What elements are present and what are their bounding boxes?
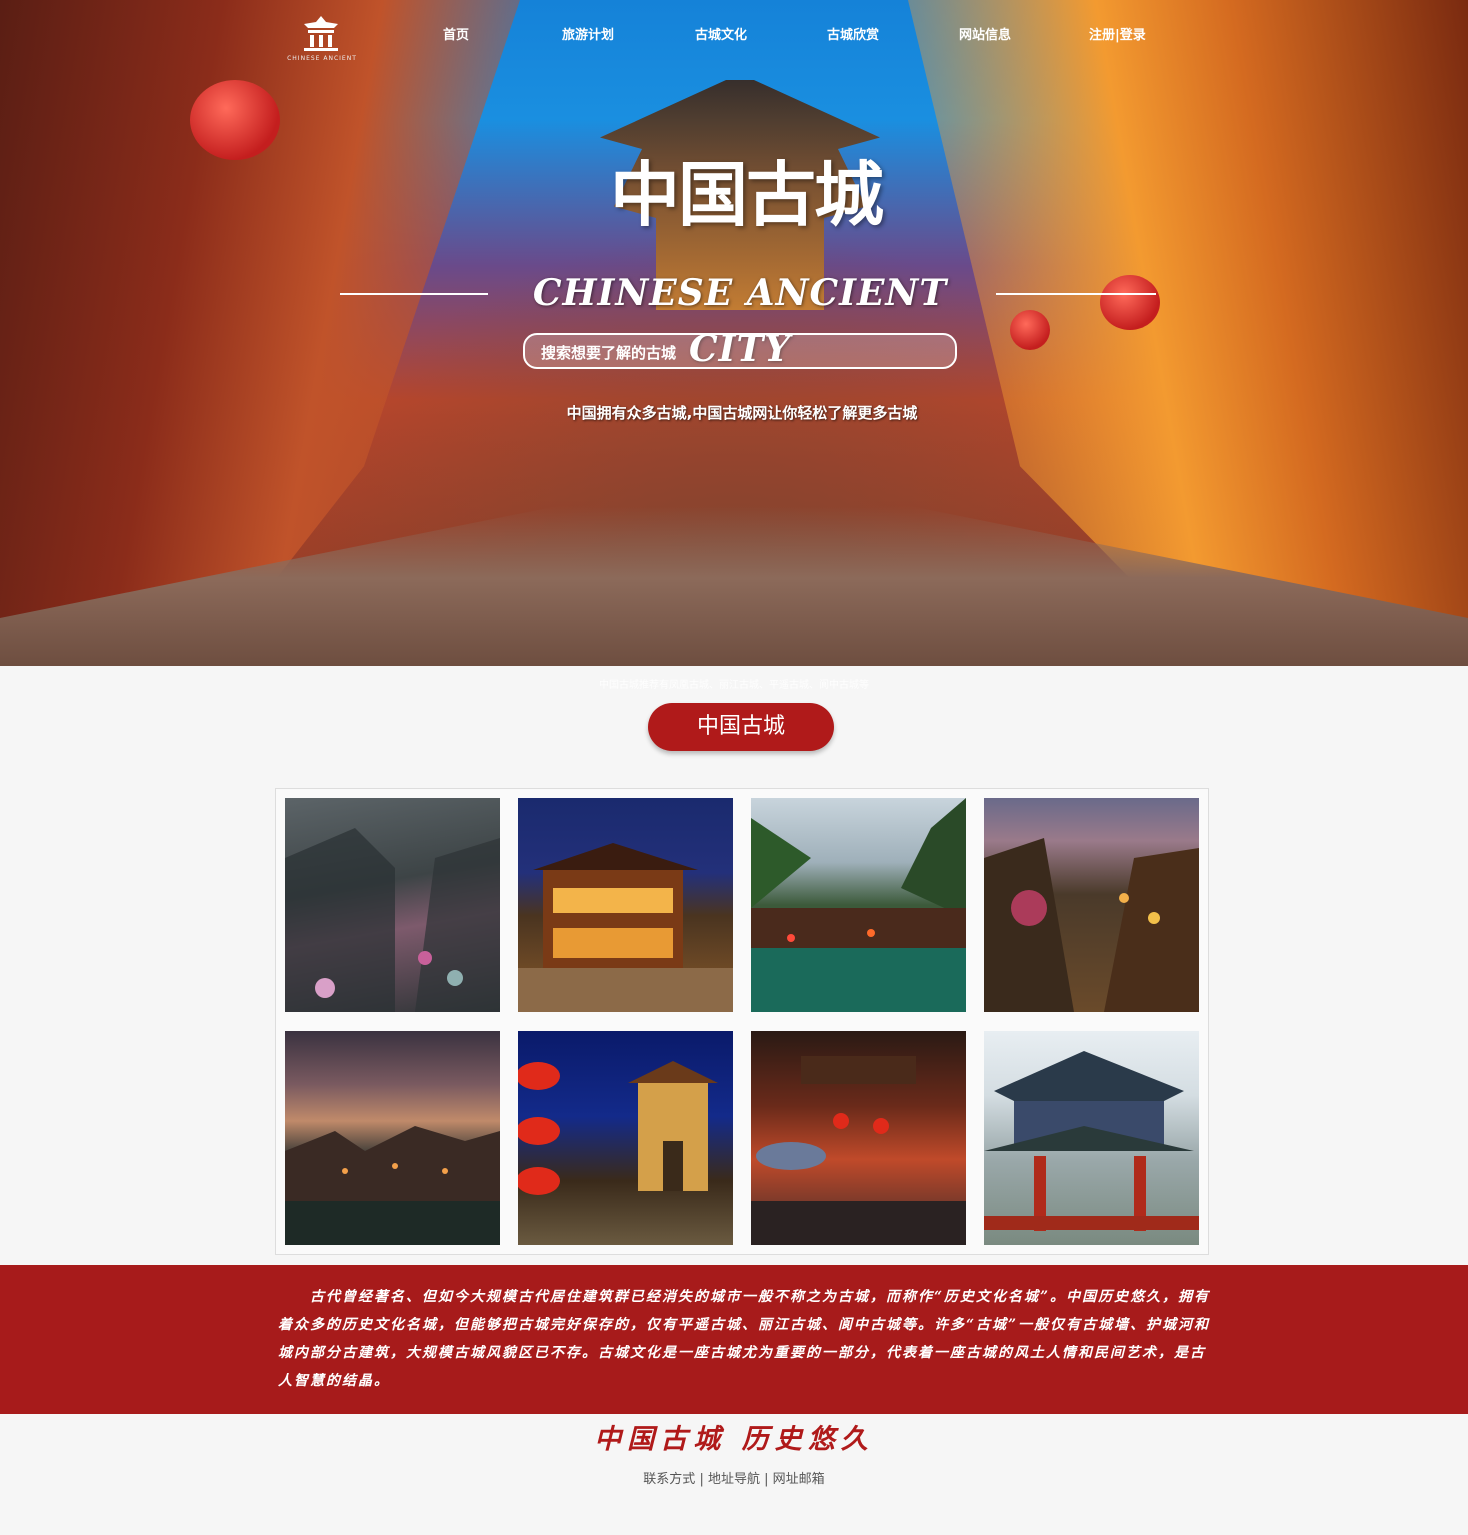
hero-title: 中国古城 [610, 153, 884, 236]
search-input[interactable] [539, 341, 943, 365]
hero-tagline: 中国拥有众多古城,中国古城网让你轻松了解更多古城 [566, 404, 918, 422]
gallery-image[interactable] [285, 1031, 500, 1245]
footer-separator: | [764, 1472, 769, 1487]
gallery-image[interactable] [751, 1031, 966, 1245]
lantern-icon [1010, 310, 1050, 350]
logo-subtext: CHINESE ANCIENT [287, 55, 357, 62]
gallery-image[interactable] [984, 1031, 1199, 1245]
gallery-image[interactable] [984, 798, 1199, 1012]
footer-link-address[interactable]: 地址导航 [708, 1472, 760, 1487]
footer-separator: | [699, 1472, 704, 1487]
hero-banner: CHINESE ANCIENT 首页 旅游计划 古城文化 古城欣赏 网站信息 注… [0, 0, 1468, 666]
nav-register-login[interactable]: 注册|登录 [1089, 24, 1146, 43]
hero-caption: 中国古城推荐有凤凰古城、丽江古城、平遥古城、阆中古城等 [599, 680, 869, 691]
gallery-image[interactable] [518, 798, 733, 1012]
main-nav: 首页 旅游计划 古城文化 古城欣赏 网站信息 注册|登录 [0, 24, 1468, 44]
lantern-icon [1100, 275, 1160, 330]
nav-site-info[interactable]: 网站信息 [959, 24, 1011, 43]
nav-travel-plan[interactable]: 旅游计划 [562, 24, 614, 43]
divider-line-left [340, 293, 488, 295]
nav-culture[interactable]: 古城文化 [695, 24, 747, 43]
divider-line-right [996, 293, 1156, 295]
lantern-icon [190, 80, 280, 160]
footer-link-contact[interactable]: 联系方式 [643, 1472, 695, 1487]
section-title-pill[interactable]: 中国古城 [648, 703, 834, 751]
intro-text: 古代曾经著名、但如今大规模古代居住建筑群已经消失的城市一般不称之为古城，而称作“… [278, 1289, 1211, 1389]
nav-appreciation[interactable]: 古城欣赏 [827, 24, 879, 43]
gallery-image[interactable] [751, 798, 966, 1012]
footer-title: 中国古城 历史悠久 [594, 1424, 874, 1455]
gallery-grid [275, 788, 1209, 1255]
footer-link-email[interactable]: 网址邮箱 [773, 1472, 825, 1487]
search-box[interactable] [523, 333, 957, 369]
gallery-image[interactable] [285, 798, 500, 1012]
nav-home[interactable]: 首页 [443, 24, 469, 43]
intro-banner: 古代曾经著名、但如今大规模古代居住建筑群已经消失的城市一般不称之为古城，而称作“… [0, 1265, 1468, 1414]
gallery-image[interactable] [518, 1031, 733, 1245]
footer-links: 联系方式 | 地址导航 | 网址邮箱 [0, 1470, 1468, 1490]
